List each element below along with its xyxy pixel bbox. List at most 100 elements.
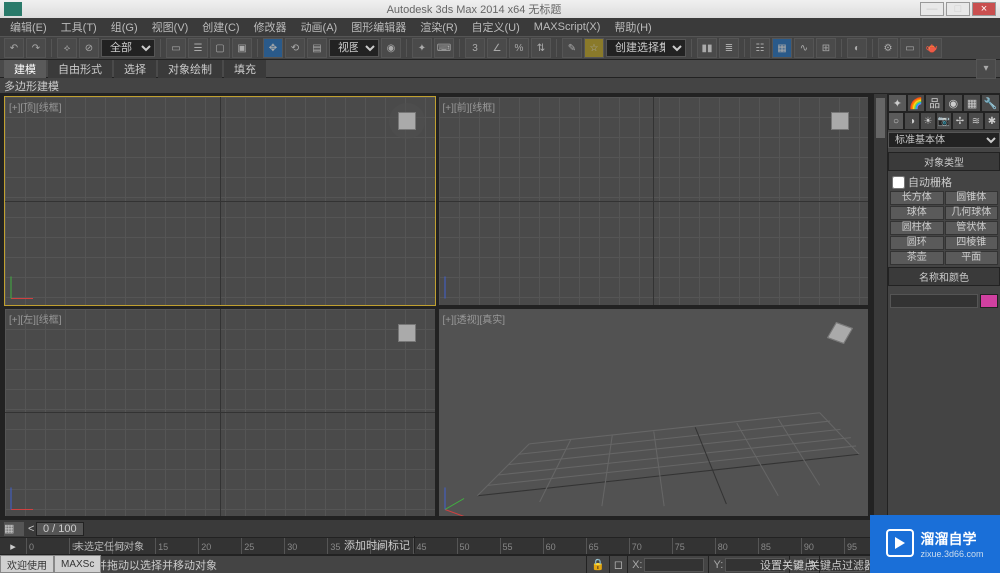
window-crossing-button[interactable]: ▣ <box>232 38 252 58</box>
ref-coord-system[interactable]: 视图 <box>329 39 379 57</box>
angle-snap-button[interactable]: ∠ <box>487 38 507 58</box>
time-slider-value[interactable]: 0 / 100 <box>36 522 84 536</box>
material-editor-button[interactable]: ◐ <box>847 38 867 58</box>
selection-lock-icon[interactable]: 🔒 <box>587 556 610 573</box>
sphere-button[interactable]: 球体 <box>890 206 944 220</box>
menu-help[interactable]: 帮助(H) <box>608 18 657 36</box>
menu-create[interactable]: 创建(C) <box>196 18 245 36</box>
lights-subtab[interactable]: ☀ <box>920 112 936 130</box>
named-selection-set[interactable]: 创建选择集 <box>606 39 686 57</box>
coord-x-input[interactable] <box>644 558 704 572</box>
cone-button[interactable]: 圆锥体 <box>945 191 999 205</box>
geosphere-button[interactable]: 几何球体 <box>945 206 999 220</box>
viewcube-perspective[interactable] <box>822 315 858 351</box>
close-button[interactable]: × <box>972 2 996 16</box>
keyboard-shortcut-button[interactable]: ⌨ <box>434 38 454 58</box>
selection-filter[interactable]: 全部 <box>101 39 155 57</box>
cylinder-button[interactable]: 圆柱体 <box>890 221 944 235</box>
create-tab[interactable]: ✦ <box>888 94 907 112</box>
viewport-front[interactable]: [+][前][线框] <box>438 96 870 306</box>
select-move-button[interactable]: ✥ <box>263 38 283 58</box>
utilities-tab[interactable]: 🔧 <box>981 94 1000 112</box>
select-rotate-button[interactable]: ⟲ <box>285 38 305 58</box>
track-toggle-icon[interactable]: ▸ <box>0 540 26 553</box>
pyramid-button[interactable]: 四棱锥 <box>945 236 999 250</box>
object-color-swatch[interactable] <box>980 294 998 308</box>
render-button[interactable]: 🫖 <box>922 38 942 58</box>
helpers-subtab[interactable]: ✢ <box>952 112 968 130</box>
geometry-category-dropdown[interactable]: 标准基本体 <box>888 132 1000 148</box>
spacewarps-subtab[interactable]: ≋ <box>968 112 984 130</box>
snap-toggle-button[interactable]: 3 <box>465 38 485 58</box>
geometry-subtab[interactable]: ○ <box>888 112 904 130</box>
display-tab[interactable]: ▦ <box>963 94 982 112</box>
maxscript-tab[interactable]: MAXSc <box>54 555 101 573</box>
ribbon-tab-freeform[interactable]: 自由形式 <box>48 60 112 78</box>
shapes-subtab[interactable]: ◑ <box>904 112 920 130</box>
ribbon-minimize-button[interactable]: ▾ <box>976 59 996 79</box>
menu-customize[interactable]: 自定义(U) <box>466 18 526 36</box>
unlink-button[interactable]: ⊘ <box>79 38 99 58</box>
name-color-rollout[interactable]: 名称和颜色 <box>888 267 1000 286</box>
select-by-name-button[interactable]: ☰ <box>188 38 208 58</box>
ribbon-tab-selection[interactable]: 选择 <box>114 60 156 78</box>
percent-snap-button[interactable]: % <box>509 38 529 58</box>
ribbon-tab-populate[interactable]: 填充 <box>224 60 266 78</box>
hierarchy-tab[interactable]: 品 <box>925 94 944 112</box>
ribbon-tab-objpaint[interactable]: 对象绘制 <box>158 60 222 78</box>
object-type-rollout[interactable]: 对象类型 <box>888 152 1000 171</box>
viewport-label-top[interactable]: [+][顶][线框] <box>9 99 62 114</box>
manipulate-button[interactable]: ✦ <box>412 38 432 58</box>
maximize-button[interactable]: □ <box>946 2 970 16</box>
viewport-perspective[interactable]: [+][透视][真实] <box>438 308 870 518</box>
viewport-label-perspective[interactable]: [+][透视][真实] <box>443 311 506 326</box>
viewport-scrollbar[interactable] <box>873 94 887 519</box>
torus-button[interactable]: 圆环 <box>890 236 944 250</box>
key-filters-button[interactable]: 关键点过滤器 <box>805 556 880 573</box>
link-button[interactable]: ⟡ <box>57 38 77 58</box>
menu-edit[interactable]: 编辑(E) <box>4 18 53 36</box>
select-rect-button[interactable]: ▢ <box>210 38 230 58</box>
tube-button[interactable]: 管状体 <box>945 221 999 235</box>
pivot-center-button[interactable]: ◉ <box>381 38 401 58</box>
time-config-icon[interactable]: ▦ <box>4 522 24 536</box>
select-scale-button[interactable]: ▤ <box>307 38 327 58</box>
menu-maxscript[interactable]: MAXScript(X) <box>528 20 607 34</box>
object-name-input[interactable] <box>890 294 978 308</box>
teapot-button[interactable]: 茶壶 <box>890 251 944 265</box>
render-setup-button[interactable]: ⚙ <box>878 38 898 58</box>
cameras-subtab[interactable]: 📷 <box>936 112 952 130</box>
graphite-toggle-button[interactable]: ▦ <box>772 38 792 58</box>
menu-tools[interactable]: 工具(T) <box>55 18 103 36</box>
redo-button[interactable]: ↷ <box>26 38 46 58</box>
editor-button[interactable]: ✎ <box>562 38 582 58</box>
time-slider[interactable]: ▦ < 0 / 100 <box>0 519 887 537</box>
align-button[interactable]: ≣ <box>719 38 739 58</box>
selection-set-button[interactable]: ☆ <box>584 38 604 58</box>
schematic-view-button[interactable]: ⊞ <box>816 38 836 58</box>
undo-button[interactable]: ↶ <box>4 38 24 58</box>
viewcube-front[interactable] <box>822 103 858 139</box>
mirror-button[interactable]: ▮▮ <box>697 38 717 58</box>
box-button[interactable]: 长方体 <box>890 191 944 205</box>
menu-grapheditors[interactable]: 图形编辑器 <box>345 18 412 36</box>
menu-modifiers[interactable]: 修改器 <box>248 18 293 36</box>
viewport-left[interactable]: [+][左][线框] <box>4 308 436 518</box>
viewport-label-front[interactable]: [+][前][线框] <box>443 99 496 114</box>
ribbon-tab-modeling[interactable]: 建模 <box>4 60 46 78</box>
menu-view[interactable]: 视图(V) <box>146 18 195 36</box>
viewport-top[interactable]: [+][顶][线框] <box>4 96 436 306</box>
auto-grid-checkbox[interactable] <box>892 176 905 189</box>
isolate-icon[interactable]: ◻ <box>610 556 628 573</box>
plane-button[interactable]: 平面 <box>945 251 999 265</box>
viewcube-left[interactable] <box>389 315 425 351</box>
motion-tab[interactable]: ◉ <box>944 94 963 112</box>
welcome-tab[interactable]: 欢迎使用 <box>0 555 54 573</box>
layer-manager-button[interactable]: ☷ <box>750 38 770 58</box>
select-object-button[interactable]: ▭ <box>166 38 186 58</box>
curve-editor-button[interactable]: ∿ <box>794 38 814 58</box>
spinner-snap-button[interactable]: ⇅ <box>531 38 551 58</box>
viewcube-top[interactable] <box>389 103 425 139</box>
menu-animation[interactable]: 动画(A) <box>295 18 344 36</box>
menu-group[interactable]: 组(G) <box>105 18 144 36</box>
